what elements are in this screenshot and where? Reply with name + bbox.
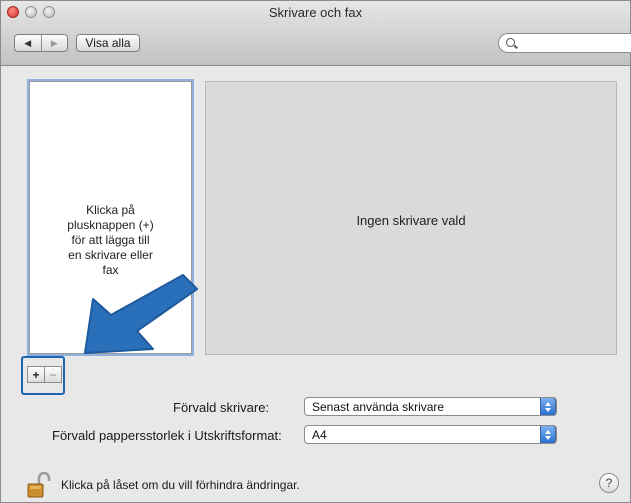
paper-size-label: Förvald pappersstorlek i Utskriftsformat…: [52, 428, 282, 443]
default-printer-label: Förvald skrivare:: [173, 400, 270, 415]
lock-icon[interactable]: [27, 472, 51, 498]
forward-button[interactable]: ▶: [40, 35, 68, 51]
title-bar: Skrivare och fax ◀ ▶ Visa alla: [1, 1, 631, 66]
help-button[interactable]: ?: [599, 473, 619, 493]
show-all-button[interactable]: Visa alla: [76, 34, 140, 52]
hint-line: Klicka på: [86, 203, 135, 217]
forward-icon: ▶: [50, 37, 58, 48]
preferences-window: Skrivare och fax ◀ ▶ Visa alla Klicka på…: [0, 0, 631, 503]
search-input[interactable]: [498, 33, 631, 53]
no-printer-selected-text: Ingen skrivare vald: [356, 213, 466, 228]
popup-arrows-icon: [540, 426, 556, 443]
hint-line: en skrivare eller: [68, 248, 153, 262]
default-printer-value: Senast använda skrivare: [312, 399, 445, 414]
nav-button-group: ◀ ▶: [14, 34, 68, 52]
printer-detail-panel: Ingen skrivare vald: [205, 81, 617, 355]
window-title: Skrivare och fax: [268, 5, 363, 20]
popup-arrows-icon: [540, 398, 556, 415]
pointer-arrow-icon: [84, 274, 198, 354]
lock-instruction-text: Klicka på låset om du vill förhindra änd…: [61, 478, 300, 492]
add-button-highlight: [21, 356, 65, 395]
search-icon: [506, 38, 515, 47]
paper-size-select[interactable]: A4: [304, 425, 557, 444]
back-icon: ◀: [24, 37, 32, 48]
hint-line: plusknappen (+): [67, 218, 154, 232]
back-button[interactable]: ◀: [15, 35, 41, 51]
printer-list-hint: Klicka på plusknappen (+) för att lägga …: [30, 203, 191, 278]
paper-size-value: A4: [312, 427, 327, 442]
default-printer-select[interactable]: Senast använda skrivare: [304, 397, 557, 416]
hint-line: för att lägga till: [71, 233, 150, 247]
